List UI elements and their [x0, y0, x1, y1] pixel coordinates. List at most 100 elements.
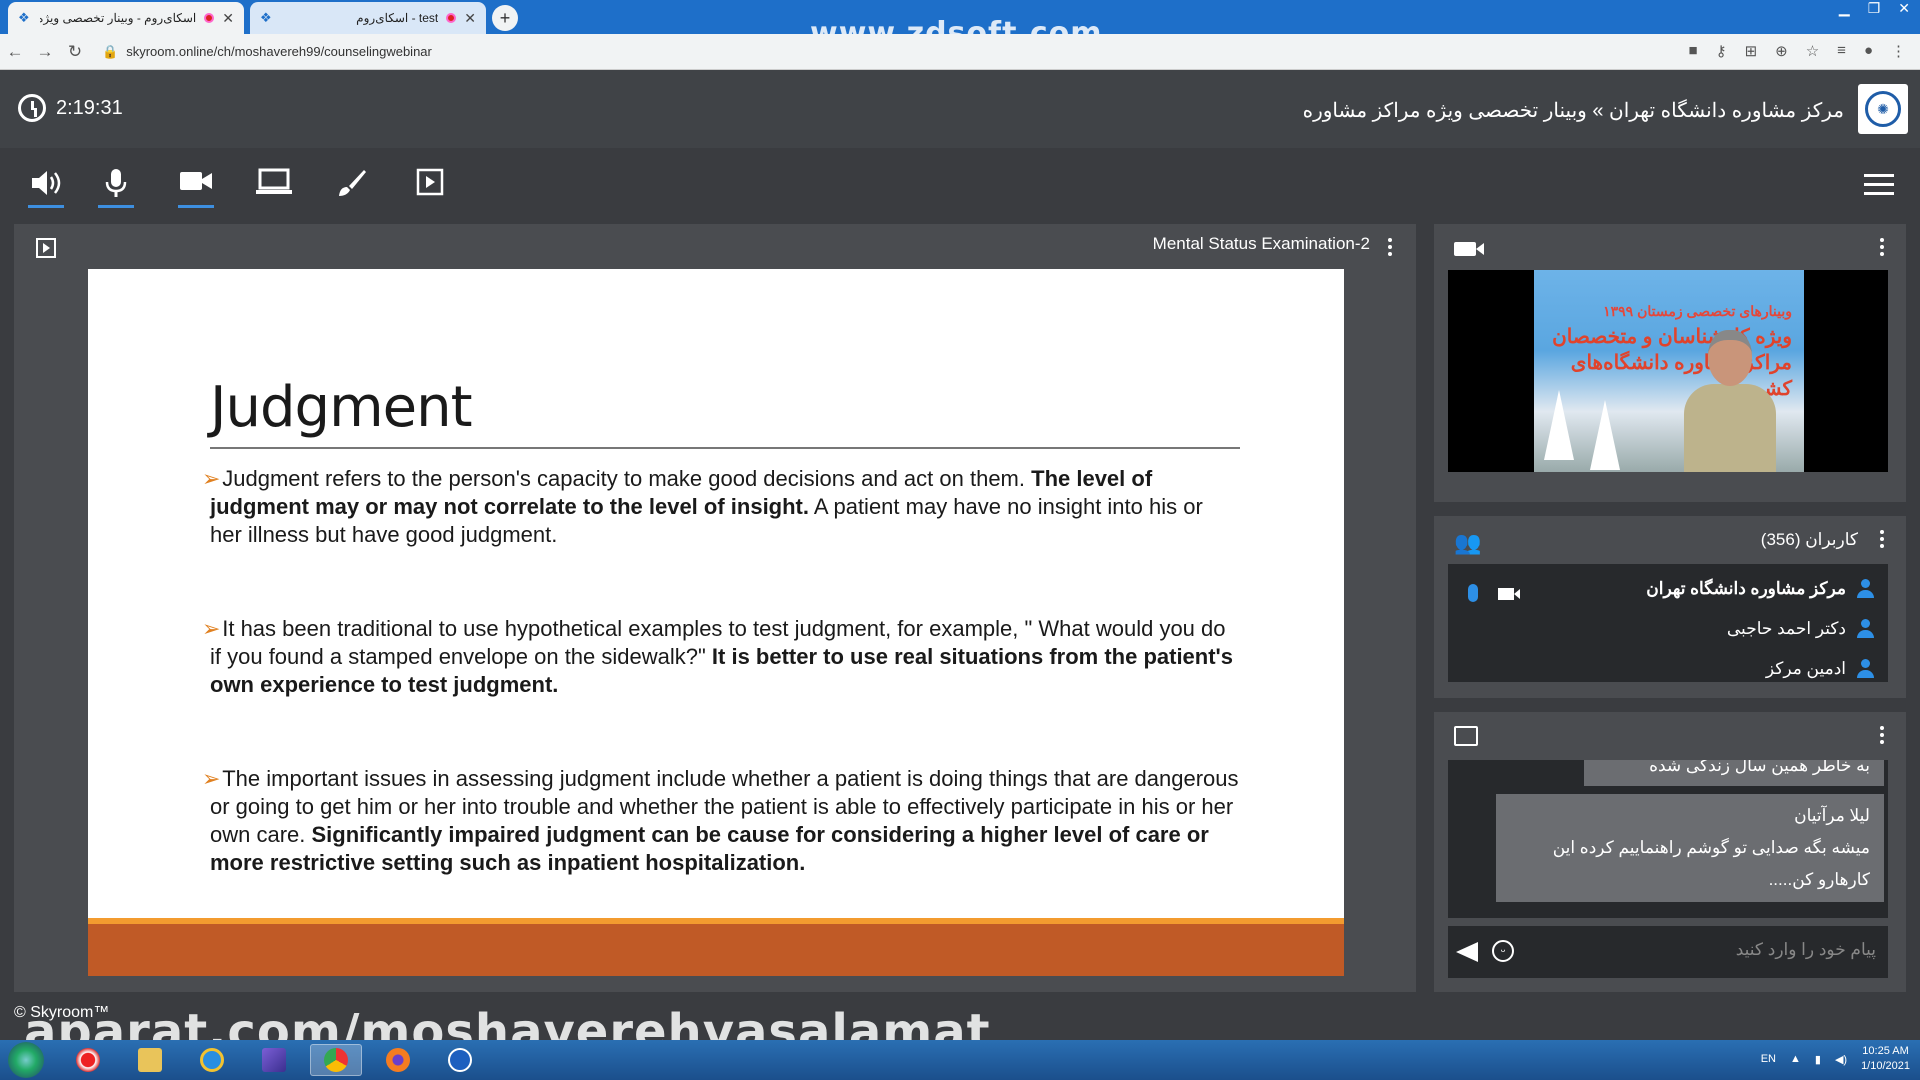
forward-icon[interactable]: → [30, 42, 60, 62]
network-icon[interactable]: ▮ [1815, 1053, 1821, 1066]
presentation-header: Mental Status Examination-2 [14, 224, 1416, 266]
key-icon[interactable]: ⚷ [1716, 42, 1727, 60]
presentation-panel: Mental Status Examination-2 Judgment ➢ J… [14, 224, 1416, 992]
presentation-options-icon[interactable] [1388, 238, 1392, 259]
maximize-icon[interactable]: ❐ [1868, 0, 1881, 16]
url-field[interactable]: 🔒 skyroom.online/ch/moshavereh99/counsel… [102, 44, 432, 60]
user-mic-icon [1468, 584, 1478, 602]
clock-icon [18, 94, 46, 122]
translate-icon[interactable]: ⊞ [1745, 42, 1758, 60]
hamburger-menu-button[interactable] [1864, 174, 1894, 201]
lock-icon: 🔒 [102, 43, 119, 59]
user-item[interactable]: مرکز مشاوره دانشگاه تهران [1646, 574, 1874, 604]
chat-message: لیلا مرآتیان میشه بگه صدایی تو گوشم راهن… [1496, 794, 1884, 902]
microphone-button[interactable] [96, 168, 136, 208]
url-text: skyroom.online/ch/moshavereh99/counselin… [126, 44, 432, 59]
chat-options-icon[interactable] [1880, 726, 1884, 747]
chat-panel: به خاطر همین سال زندگی شده لیلا مرآتیان … [1434, 712, 1906, 992]
user-item[interactable]: دکتر احمد حاجبی [1727, 614, 1874, 644]
media-toolbar [0, 148, 1920, 222]
microphone-icon [105, 169, 127, 197]
tab-active[interactable]: ❖ اسکای‌روم - وبینار تخصصی ویژه مر ✕ [8, 2, 244, 34]
profile-icon[interactable]: ● [1864, 42, 1873, 60]
slide: Judgment ➢ Judgment refers to the person… [88, 269, 1344, 976]
slide-footer-bar [88, 924, 1344, 976]
tab-title: test - اسکای‌روم [356, 11, 439, 25]
skyroom-favicon-icon: ❖ [260, 10, 272, 25]
speaker-video[interactable]: وبینارهای تخصصی زمستان ۱۳۹۹ ویژه کارشناس… [1448, 270, 1888, 472]
flag-shape [1590, 400, 1620, 470]
presenter-figure [1684, 330, 1776, 472]
camera-button[interactable] [176, 168, 216, 208]
video-options-icon[interactable] [1880, 238, 1884, 259]
recorder-app-icon[interactable] [62, 1044, 114, 1076]
window-controls: ▁ ❐ ✕ [1839, 0, 1910, 16]
camera-permission-icon[interactable]: ■ [1689, 42, 1698, 60]
tray-expand-icon[interactable]: ▲ [1790, 1053, 1801, 1065]
user-item[interactable]: ادمین مرکز [1766, 654, 1874, 682]
browser-tab-bar: ❖ اسکای‌روم - وبینار تخصصی ویژه مر ✕ ❖ t… [0, 0, 1920, 51]
users-panel: 👥 کاربران (356) مرکز مشاوره دانشگاه تهرا… [1434, 516, 1906, 698]
speaker-button[interactable] [26, 168, 66, 208]
firefox-icon[interactable] [372, 1044, 424, 1076]
app-header: 2:19:31 مرکز مشاوره دانشگاه تهران » وبین… [0, 70, 1920, 148]
slide-bullet: ➢ It has been traditional to use hypothe… [202, 616, 1234, 697]
user-icon [1856, 619, 1874, 639]
media-app-icon[interactable] [248, 1044, 300, 1076]
start-button[interactable] [8, 1042, 44, 1078]
users-count-title: کاربران (356) [1760, 530, 1858, 549]
back-icon[interactable]: ← [0, 42, 30, 62]
whiteboard-button[interactable] [332, 168, 372, 208]
bullet-arrow-icon: ➢ [202, 466, 221, 491]
tray-clock[interactable]: 10:25 AM 1/10/2021 [1861, 1044, 1910, 1074]
file-explorer-icon[interactable] [124, 1044, 176, 1076]
logo-emblem-icon: ✺ [1865, 91, 1901, 127]
internet-explorer-icon[interactable] [186, 1044, 238, 1076]
presentation-toggle-icon[interactable] [36, 238, 56, 258]
skyroom-favicon-icon: ❖ [18, 10, 30, 25]
users-options-icon[interactable] [1880, 530, 1884, 551]
elapsed-time: 2:19:31 [56, 96, 123, 119]
presentation-icon [416, 168, 444, 196]
presentation-button[interactable] [410, 168, 450, 208]
recording-icon [204, 13, 215, 23]
room-title: مرکز مشاوره دانشگاه تهران » وبینار تخصصی… [1302, 100, 1844, 122]
chat-author: لیلا مرآتیان [1794, 806, 1870, 825]
close-tab-icon[interactable]: ✕ [222, 10, 234, 27]
chat-log: به خاطر همین سال زندگی شده لیلا مرآتیان … [1448, 760, 1888, 918]
tab-inactive[interactable]: ❖ test - اسکای‌روم ✕ [250, 2, 486, 34]
address-bar: ← → ↻ 🔒 skyroom.online/ch/moshavereh99/c… [0, 34, 1920, 70]
volume-icon[interactable]: ◀) [1835, 1053, 1847, 1066]
zoom-icon[interactable]: ⊕ [1775, 42, 1788, 60]
screen-share-button[interactable] [254, 168, 294, 208]
send-icon[interactable] [1456, 942, 1478, 962]
imo-icon[interactable] [434, 1044, 486, 1076]
chat-input-area: ᵕ پیام خود را وارد کنید [1448, 926, 1888, 978]
chat-message: به خاطر همین سال زندگی شده [1584, 760, 1884, 786]
close-window-icon[interactable]: ✕ [1898, 0, 1910, 16]
new-tab-button[interactable]: + [492, 5, 518, 31]
user-icon [1856, 579, 1874, 599]
bookmark-star-icon[interactable]: ☆ [1806, 42, 1819, 60]
camera-icon [180, 172, 212, 190]
bullet-arrow-icon: ➢ [202, 766, 221, 791]
brush-icon [339, 170, 366, 196]
close-tab-icon[interactable]: ✕ [464, 10, 476, 27]
chrome-icon[interactable] [310, 1044, 362, 1076]
user-list: مرکز مشاوره دانشگاه تهران دکتر احمد حاجب… [1448, 564, 1888, 682]
emoji-icon[interactable]: ᵕ [1492, 940, 1514, 962]
playlist-icon[interactable]: ≡ [1837, 42, 1846, 60]
language-indicator[interactable]: EN [1761, 1053, 1776, 1065]
taskbar: EN ▲ ▮ ◀) 10:25 AM 1/10/2021 [0, 1040, 1920, 1080]
bullet-arrow-icon: ➢ [202, 616, 221, 641]
system-tray: EN ▲ ▮ ◀) 10:25 AM 1/10/2021 [1761, 1044, 1910, 1074]
browser-actions: ■ ⚷ ⊞ ⊕ ☆ ≡ ● ⋮ [1689, 42, 1907, 60]
chat-input[interactable]: پیام خود را وارد کنید [1736, 940, 1876, 960]
screen-share-icon [256, 168, 292, 194]
speaker-icon [32, 171, 61, 195]
browser-menu-icon[interactable]: ⋮ [1891, 42, 1906, 60]
reload-icon[interactable]: ↻ [60, 42, 90, 62]
user-camera-icon [1498, 588, 1520, 600]
minimize-icon[interactable]: ▁ [1839, 0, 1850, 16]
chat-text: میشه بگه صدایی تو گوشم راهنماییم کرده ای… [1552, 838, 1870, 889]
